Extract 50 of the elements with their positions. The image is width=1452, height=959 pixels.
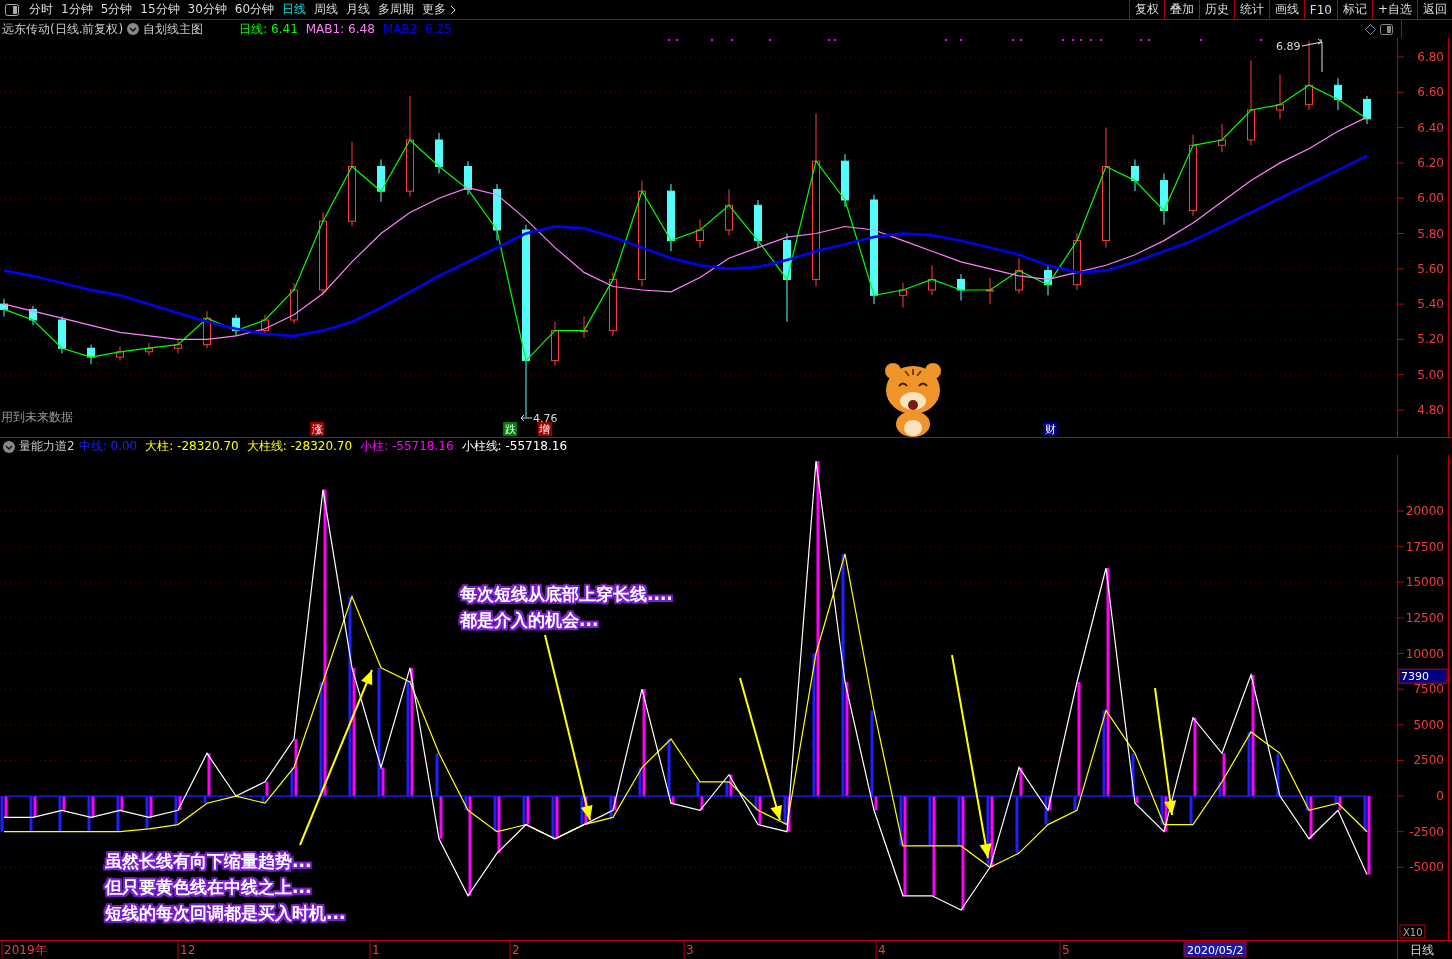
- legend-value: 小柱: -55718.16: [360, 438, 454, 455]
- date-axis-label: 1: [372, 943, 380, 957]
- date-axis-label: 12: [180, 943, 196, 957]
- indicator-axis-label: 5000: [1413, 717, 1444, 732]
- price-axis-label: 6.20: [1417, 155, 1444, 170]
- indicator-axis-label: 0: [1436, 789, 1444, 804]
- high-price-label: 6.89: [1276, 40, 1301, 53]
- indicator-axis-label: 2500: [1413, 753, 1444, 768]
- date-axis-label: 2019年: [4, 943, 47, 957]
- price-axis-label: 6.00: [1417, 191, 1444, 206]
- price-axis-label: 6.40: [1417, 120, 1444, 135]
- indicator-axis-label: -5000: [1409, 860, 1444, 875]
- indicator-axis-label: 15000: [1405, 575, 1444, 590]
- indicator-axis-label: 17500: [1405, 539, 1444, 554]
- cursor-value: 7390: [1398, 668, 1448, 684]
- price-axis-label: 5.40: [1417, 297, 1444, 312]
- legend-value: 中线: 0.00: [78, 438, 138, 455]
- date-axis-label: 2: [512, 943, 520, 957]
- legend-value: 大柱: -28320.70: [145, 438, 239, 455]
- indicator-axis-label: -2500: [1409, 824, 1444, 839]
- legend-value: 大柱线: -28320.70: [246, 438, 353, 455]
- price-axis-label: 6.60: [1417, 85, 1444, 100]
- indicator-axis-label: 7500: [1413, 682, 1444, 697]
- legend-value: 日线: 6.41: [239, 20, 298, 38]
- signal-tag: 跌: [503, 422, 518, 436]
- indicator-axis-label: 10000: [1405, 646, 1444, 661]
- period-label: 日线: [1410, 943, 1434, 957]
- date-axis-label: 5: [1061, 943, 1070, 957]
- date-axis-label: 4: [878, 943, 886, 957]
- signal-tag: 涨: [310, 422, 325, 436]
- cursor-date: 2020/05/2: [1183, 941, 1247, 958]
- price-axis-label: 5.80: [1417, 226, 1444, 241]
- price-axis-label: 5.20: [1417, 332, 1444, 347]
- price-axis-label: 4.80: [1417, 403, 1444, 417]
- indicator-axis-label: 12500: [1405, 610, 1444, 625]
- price-axis-label: 6.80: [1417, 50, 1444, 65]
- annotation-text: 虽然长线有向下缩量趋势... 但只要黄色线在中线之上... 短线的每次回调都是买入时机...: [105, 850, 346, 925]
- indicator-axis-label: 20000: [1405, 504, 1444, 518]
- date-axis-label: 3: [686, 943, 694, 957]
- price-axis-label: 5.00: [1417, 367, 1444, 382]
- stock-title: 远东传动(日线.前复权): [2, 20, 124, 38]
- legend-value: MAB2: 6.25: [382, 22, 452, 36]
- low-price-label: 4.76: [533, 412, 558, 425]
- legend-value: 小柱线: -55718.16: [461, 438, 568, 455]
- signal-tag: 财: [1043, 422, 1058, 436]
- annotation-text: 每次短线从底部上穿长线.... 都是介入的机会...: [460, 583, 673, 632]
- price-axis-label: 5.60: [1417, 261, 1444, 276]
- future-data-note: 用到未来数据: [1, 410, 73, 424]
- signal-tag: 增: [537, 422, 552, 436]
- legend-value: MAB1: 6.48: [305, 22, 375, 36]
